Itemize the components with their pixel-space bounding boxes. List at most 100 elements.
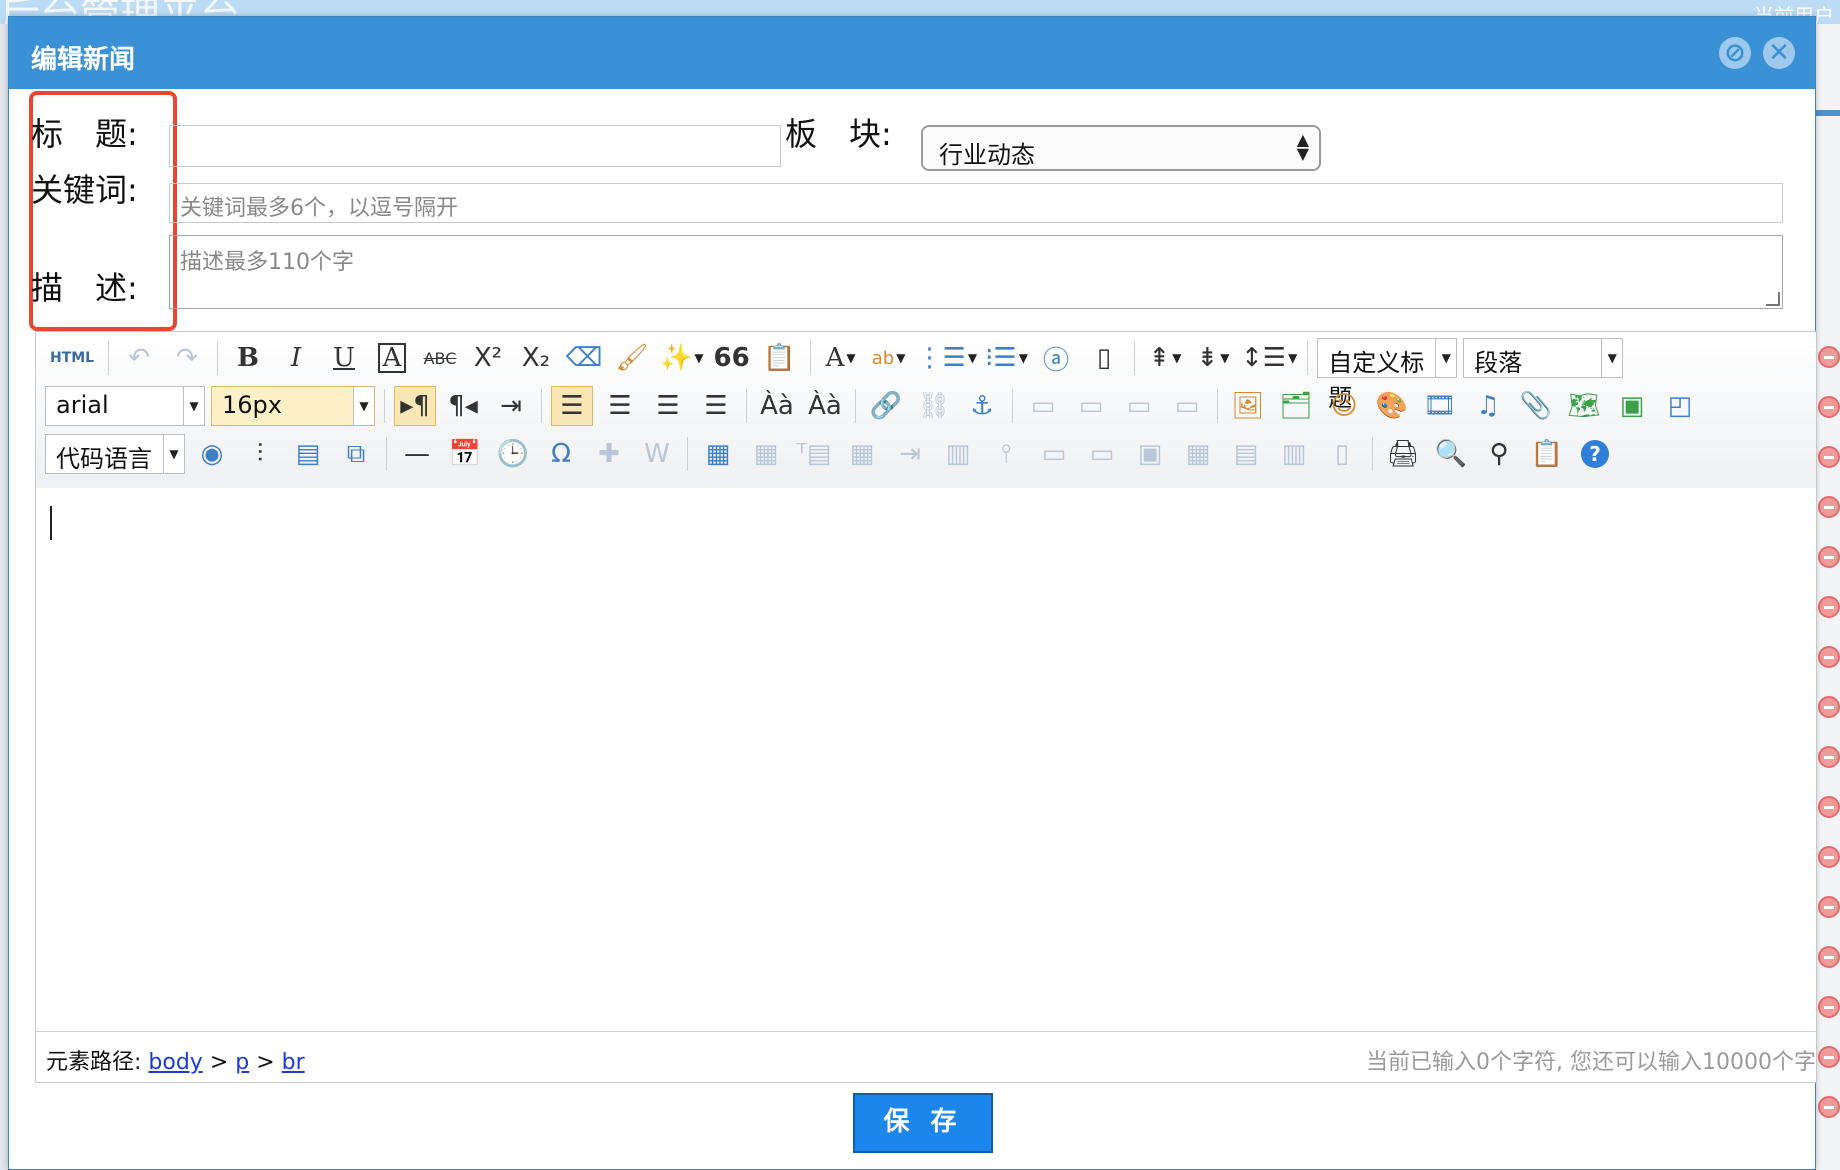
background-color-icon[interactable]: ab ▼ xyxy=(868,338,910,378)
unordered-list-icon[interactable]: ⁝☰ ▼ xyxy=(984,338,1029,378)
blockquote-icon[interactable]: 66 xyxy=(711,338,753,378)
remove-icon[interactable] xyxy=(1818,796,1840,818)
delete-table-icon[interactable]: ▦ xyxy=(745,434,787,474)
special-chars-icon[interactable]: Ω xyxy=(540,434,582,474)
redo-icon[interactable]: ↷ xyxy=(166,338,208,378)
merge-right-icon[interactable]: ▭ xyxy=(1081,434,1123,474)
path-link-br[interactable]: br xyxy=(282,1050,305,1075)
insert-column-icon[interactable]: ▥ xyxy=(937,434,979,474)
split-to-cols-icon[interactable]: ▥ xyxy=(1273,434,1315,474)
align-justify-icon[interactable]: ☰ xyxy=(695,386,737,426)
multi-image-icon[interactable]: 🗂 xyxy=(1275,386,1317,426)
remove-icon[interactable] xyxy=(1818,496,1840,518)
code-language-select[interactable]: 代码语言 ▼ xyxy=(45,434,185,474)
insert-row-icon[interactable]: ▦ xyxy=(841,434,883,474)
anchor-icon[interactable]: ⚓ xyxy=(961,386,1003,426)
paragraph-format-select[interactable]: 段落 ▼ xyxy=(1463,338,1624,378)
ltr-direction-icon[interactable]: ▸¶ xyxy=(394,386,436,426)
select-all-icon[interactable]: ⓐ xyxy=(1035,338,1077,378)
chart-icon[interactable]: ▯ xyxy=(1321,434,1363,474)
path-link-body[interactable]: body xyxy=(148,1050,202,1075)
undo-icon[interactable]: ↶ xyxy=(118,338,160,378)
page-break-icon[interactable]: ⫶ xyxy=(239,434,281,474)
remove-icon[interactable] xyxy=(1818,896,1840,918)
time-icon[interactable]: 🕒 xyxy=(492,434,534,474)
snapscreen-icon[interactable]: ✚ xyxy=(588,434,630,474)
auto-format-icon[interactable]: ✨ ▼ xyxy=(659,338,705,378)
delete-row-icon[interactable]: ⇥ xyxy=(889,434,931,474)
section-select[interactable]: 行业动态 ▲ ▼ xyxy=(921,125,1321,171)
superscript-icon[interactable]: X² xyxy=(467,338,509,378)
strikethrough-icon[interactable]: ABC xyxy=(419,338,461,378)
minimize-icon[interactable]: ⊘ xyxy=(1719,37,1751,69)
paste-plain-text-icon[interactable]: 📋 xyxy=(759,338,801,378)
print-icon[interactable]: 🖨 xyxy=(1382,434,1424,474)
font-family-select[interactable]: arial ▼ xyxy=(45,386,205,426)
image-float-right-icon[interactable]: ▭ xyxy=(1118,386,1160,426)
attachment-icon[interactable]: 📎 xyxy=(1515,386,1557,426)
remove-icon[interactable] xyxy=(1818,696,1840,718)
link-icon[interactable]: 🔗 xyxy=(865,386,907,426)
map-icon[interactable]: 🗺 xyxy=(1563,386,1605,426)
resize-handle-icon[interactable] xyxy=(1766,292,1780,306)
insert-paragraph-before-table-icon[interactable]: ᵀ▤ xyxy=(793,434,835,474)
insert-table-icon[interactable]: ▦ xyxy=(697,434,739,474)
uppercase-icon[interactable]: Àà xyxy=(756,386,798,426)
scrawl-icon[interactable]: 🎨 xyxy=(1371,386,1413,426)
insert-video-icon[interactable]: 🎞 xyxy=(1419,386,1461,426)
split-to-rows-icon[interactable]: ▤ xyxy=(1225,434,1267,474)
unlink-icon[interactable]: ⛓ xyxy=(913,386,955,426)
html-source-button[interactable]: HTML xyxy=(45,338,99,378)
format-brush-icon[interactable]: 🖌 xyxy=(611,338,653,378)
background-icon[interactable]: ⧉ xyxy=(335,434,377,474)
remove-icon[interactable] xyxy=(1818,946,1840,968)
merge-cells-icon[interactable]: ▭ xyxy=(1033,434,1075,474)
remove-icon[interactable] xyxy=(1818,746,1840,768)
description-textarea[interactable]: 描述最多110个字 xyxy=(169,235,1783,309)
word-image-icon[interactable]: W xyxy=(636,434,678,474)
help-icon[interactable]: ? xyxy=(1574,434,1616,474)
google-map-icon[interactable]: ▣ xyxy=(1611,386,1653,426)
image-float-none-icon[interactable]: ▭ xyxy=(1022,386,1064,426)
underline-icon[interactable]: U xyxy=(323,338,365,378)
font-color-icon[interactable]: A ▼ xyxy=(820,338,862,378)
remove-icon[interactable] xyxy=(1818,996,1840,1018)
emoticon-icon[interactable]: ☺ xyxy=(1323,386,1365,426)
remove-icon[interactable] xyxy=(1818,346,1840,368)
horizontal-rule-icon[interactable]: — xyxy=(396,434,438,474)
remove-icon[interactable] xyxy=(1818,646,1840,668)
font-size-select[interactable]: 16px ▼ xyxy=(211,386,375,426)
clear-document-icon[interactable]: ▯ xyxy=(1083,338,1125,378)
path-link-p[interactable]: p xyxy=(235,1050,249,1075)
delete-column-icon[interactable]: ⫯ xyxy=(985,434,1027,474)
remove-icon[interactable] xyxy=(1818,546,1840,568)
save-button[interactable]: 保 存 xyxy=(853,1093,993,1153)
insert-image-icon[interactable]: 🖼 xyxy=(1227,386,1269,426)
bold-icon[interactable]: B xyxy=(227,338,269,378)
remove-icon[interactable] xyxy=(1818,396,1840,418)
image-center-icon[interactable]: ▭ xyxy=(1166,386,1208,426)
remove-icon[interactable] xyxy=(1818,596,1840,618)
web-app-icon[interactable]: ◉ xyxy=(191,434,233,474)
keywords-input[interactable]: 关键词最多6个，以逗号隔开 xyxy=(169,183,1783,223)
template-icon[interactable]: ▤ xyxy=(287,434,329,474)
remove-icon[interactable] xyxy=(1818,1096,1840,1118)
image-float-left-icon[interactable]: ▭ xyxy=(1070,386,1112,426)
row-spacing-bottom-icon[interactable]: ⇟ ▼ xyxy=(1192,338,1234,378)
align-right-icon[interactable]: ☰ xyxy=(647,386,689,426)
drafts-icon[interactable]: 📋 xyxy=(1526,434,1568,474)
title-input[interactable] xyxy=(169,125,781,167)
insert-frame-icon[interactable]: ◰ xyxy=(1659,386,1701,426)
remove-icon[interactable] xyxy=(1818,446,1840,468)
indent-icon[interactable]: ⇥ xyxy=(490,386,532,426)
insert-music-icon[interactable]: ♫ xyxy=(1467,386,1509,426)
editor-content-area[interactable] xyxy=(36,488,1816,1034)
split-to-cells-icon[interactable]: ▦ xyxy=(1177,434,1219,474)
line-height-icon[interactable]: ↕☰ ▼ xyxy=(1240,338,1298,378)
custom-heading-select[interactable]: 自定义标题 ▼ xyxy=(1317,338,1458,412)
italic-icon[interactable]: I xyxy=(275,338,317,378)
remove-icon[interactable] xyxy=(1818,1046,1840,1068)
font-border-icon[interactable]: A xyxy=(371,338,413,378)
align-left-icon[interactable]: ☰ xyxy=(551,386,593,426)
remove-icon[interactable] xyxy=(1818,846,1840,868)
